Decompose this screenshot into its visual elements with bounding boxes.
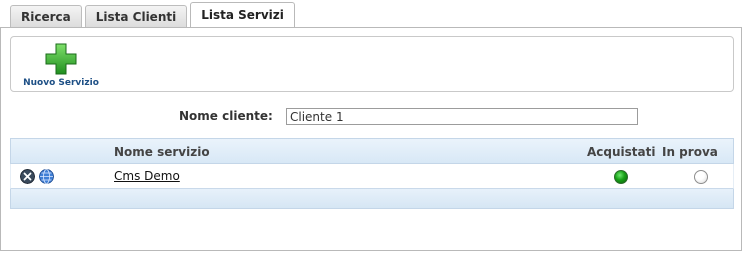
table-footer <box>10 189 734 209</box>
globe-icon[interactable] <box>39 169 54 184</box>
new-service-button[interactable]: Nuovo Servizio <box>17 40 105 90</box>
header-purchased: Acquistati <box>587 145 656 159</box>
service-name-link[interactable]: Cms Demo <box>114 169 180 183</box>
tab-bar: Ricerca Lista Clienti Lista Servizi <box>10 2 298 27</box>
toolbar: Nuovo Servizio <box>10 36 734 92</box>
tab-lista-servizi[interactable]: Lista Servizi <box>190 2 295 27</box>
table-row: Cms Demo <box>10 164 734 189</box>
header-service-name: Nome servizio <box>114 145 210 159</box>
tab-lista-clienti[interactable]: Lista Clienti <box>84 5 188 27</box>
green-plus-icon <box>45 43 77 75</box>
purchased-status-icon <box>614 170 628 184</box>
tab-ricerca[interactable]: Ricerca <box>10 5 82 27</box>
main-panel: Nuovo Servizio Nome cliente: Nome serviz… <box>0 27 742 251</box>
client-name-field[interactable] <box>286 108 638 125</box>
client-name-label: Nome cliente: <box>179 109 273 123</box>
header-trial: In prova <box>662 145 718 159</box>
table-header: Nome servizio Acquistati In prova <box>10 138 734 164</box>
trial-radio[interactable] <box>694 170 708 184</box>
services-table: Nome servizio Acquistati In prova Cms De… <box>10 138 734 209</box>
new-service-label: Nuovo Servizio <box>23 78 99 88</box>
tools-icon[interactable] <box>20 169 35 184</box>
